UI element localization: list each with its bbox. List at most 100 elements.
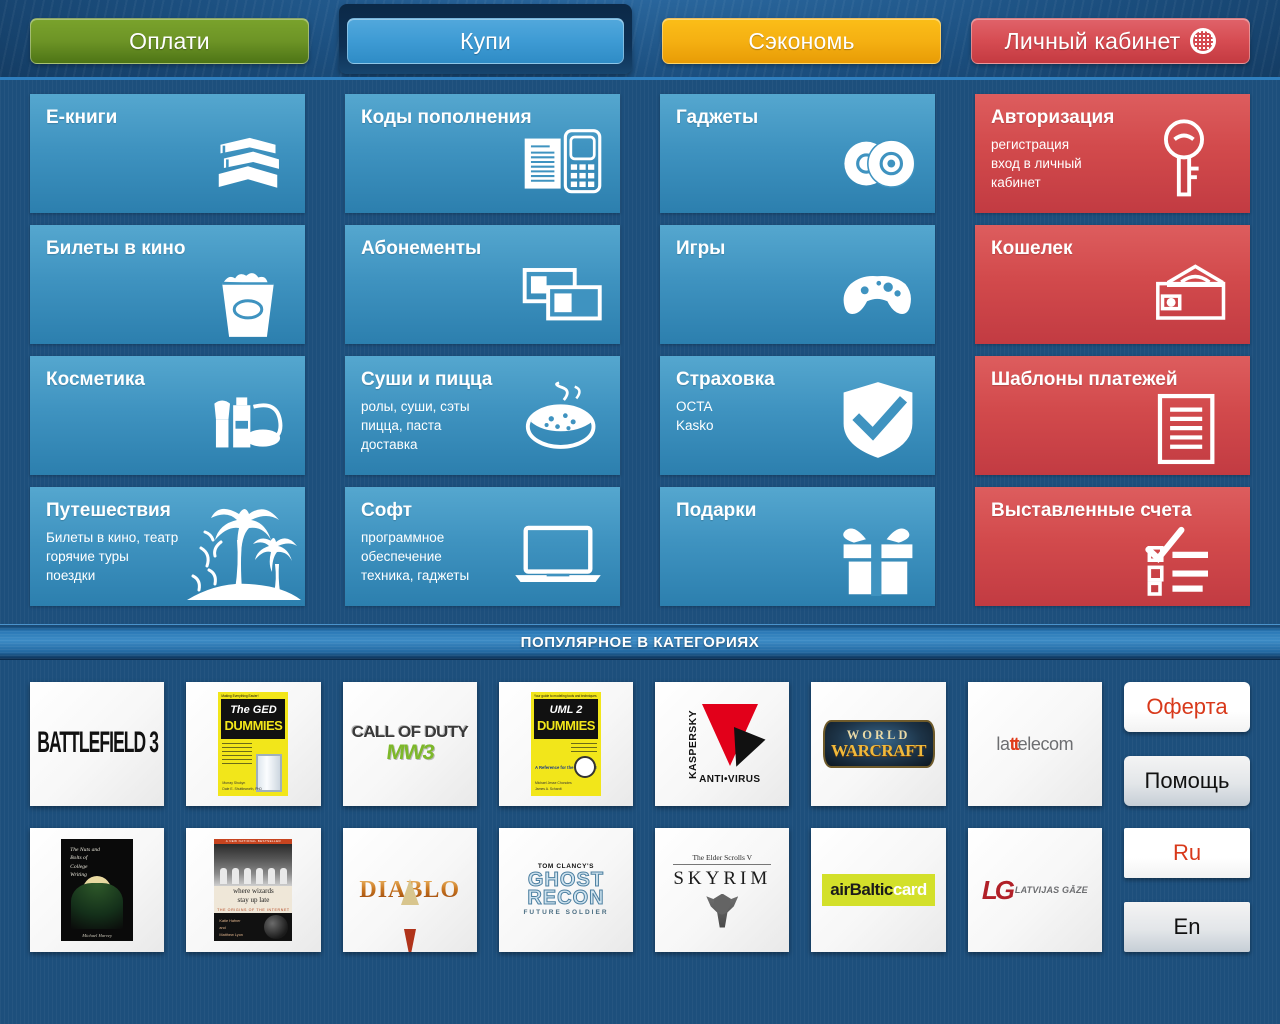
key-icon — [1148, 117, 1220, 203]
product-thumbnail-grid: BATTLEFIELD 3 Making Everything Easier! … — [30, 682, 1102, 952]
cover-title: where wizards stay up late — [233, 886, 274, 904]
tile-abonementy[interactable]: Абонементы — [345, 225, 620, 344]
tile-soft[interactable]: Софт программное обеспечение техника, га… — [345, 487, 620, 606]
diablo-spire-icon — [400, 878, 419, 905]
nav-tab-list: Оплати Купи Сэкономь Личный кабинет — [0, 0, 1280, 77]
product-thumb-skyrim[interactable]: The Elder Scrolls V SKYRIM — [655, 828, 790, 952]
side-button-label: Помощь — [1144, 768, 1230, 793]
tile-title: Билеты в кино — [46, 238, 186, 259]
tile-avtorizaciya[interactable]: Авторизация регистрация вход в личный ка… — [975, 94, 1250, 213]
tile-sushi-i-picca[interactable]: Суши и пицца ролы, суши, сэты пицца, пас… — [345, 356, 620, 475]
cover-tagline: Your guide to modeling tools and techniq… — [530, 692, 601, 699]
tile-title: Путешествия — [46, 500, 171, 521]
language-button-ru[interactable]: Ru — [1124, 828, 1250, 878]
laptop-icon — [510, 520, 606, 590]
product-logo-line2: WARCRAFT — [831, 741, 927, 761]
product-logo-line1: WORLD — [846, 727, 911, 742]
tile-kosmetika[interactable]: Косметика — [30, 356, 305, 475]
nav-tab-sekonom[interactable]: Сэкономь — [662, 18, 941, 64]
kaspersky-mark-icon: ANTI•VIRUS — [699, 704, 766, 785]
product-thumb-nuts-and-bolts[interactable]: The Nuts and Bolts of College Writing Mi… — [30, 828, 165, 952]
side-button-label: Оферта — [1146, 694, 1228, 719]
skyrim-dragon-icon — [706, 893, 739, 928]
product-thumb-cod-mw3[interactable]: CALL OF DUTY MW3 — [342, 682, 477, 806]
product-thumb-where-wizards[interactable]: A NEW NATIONAL BESTSELLER where wizards … — [186, 828, 321, 952]
oferta-button[interactable]: Оферта — [1124, 682, 1250, 732]
diablo-tail-icon — [403, 928, 416, 952]
product-thumb-lattelecom[interactable]: la tt elecom — [967, 682, 1102, 806]
cover-author: Michael Harvey — [82, 933, 112, 938]
product-logo-line2: MW3 — [384, 741, 435, 764]
nav-tab-label: Личный кабинет — [1004, 27, 1181, 54]
product-thumb-world-of-warcraft[interactable]: WORLD WARCRAFT — [811, 682, 946, 806]
help-button[interactable]: Помощь — [1124, 756, 1250, 806]
tile-e-knigi[interactable]: Е-книги — [30, 94, 305, 213]
cosmetics-icon — [205, 381, 291, 467]
popular-categories-header: ПОПУЛЯРНОЕ В КАТЕГОРИЯХ — [0, 624, 1280, 660]
tile-title: Выставленные счета — [991, 500, 1192, 521]
tile-title: Суши и пицца — [361, 369, 493, 390]
product-logo-mark: LG — [981, 875, 1015, 905]
tile-puteshestviya[interactable]: Путешествия Билеты в кино, театр горячие… — [30, 487, 305, 606]
cover-brand: DUMMIES — [224, 718, 283, 733]
cover-title: UML 2 — [549, 704, 583, 716]
wallet-icon — [1150, 250, 1236, 336]
product-thumb-battlefield3[interactable]: BATTLEFIELD 3 — [30, 682, 165, 806]
tile-title: Страховка — [676, 369, 775, 390]
tile-igry[interactable]: Игры — [660, 225, 935, 344]
tile-title: Игры — [676, 238, 726, 259]
nav-tab-label: Купи — [459, 27, 511, 54]
nav-tab-kupi[interactable]: Купи — [347, 18, 624, 64]
tile-subtitle: Билеты в кино, театр горячие туры поездк… — [46, 529, 179, 584]
tile-subtitle: программное обеспечение техника, гаджеты — [361, 529, 470, 584]
tile-title: Шаблоны платежей — [991, 369, 1178, 390]
tile-vystavlennye-scheta[interactable]: Выставленные счета — [975, 487, 1250, 606]
nav-tab-oplati[interactable]: Оплати — [30, 18, 309, 64]
nav-tab-label: Оплати — [129, 27, 210, 54]
cover-title: The GED — [230, 704, 277, 716]
top-navigation-bar: Оплати Купи Сэкономь Личный кабинет — [0, 0, 1280, 80]
cards-icon — [520, 252, 606, 338]
product-logo-part3: elecom — [1017, 733, 1074, 754]
product-thumb-airbaltic-card[interactable]: airBalticcard — [811, 828, 946, 952]
tile-gadzhety[interactable]: Гаджеты — [660, 94, 935, 213]
side-button-label: Ru — [1172, 840, 1202, 865]
product-thumb-ged-dummies[interactable]: Making Everything Easier! The GED DUMMIE… — [186, 682, 321, 806]
document-phone-icon — [520, 119, 606, 205]
cover-brand: DUMMIES — [537, 718, 595, 733]
tile-podarki[interactable]: Подарки — [660, 487, 935, 606]
tile-title: Гаджеты — [676, 107, 759, 128]
tile-kody-popolneniya[interactable]: Коды пополнения — [345, 94, 620, 213]
nav-tab-lichny-kabinet[interactable]: Личный кабинет — [971, 18, 1250, 64]
tile-title: Е-книги — [46, 107, 118, 128]
tile-subtitle: регистрация вход в личный кабинет — [991, 136, 1082, 191]
product-thumb-latvijas-gaze[interactable]: LG LATVIJAS GĀZE — [967, 828, 1102, 952]
cover-authors: Katie Hafner and Matthew Lyon — [219, 919, 243, 938]
cover-authors: Michael Jesse Chonoles James A. Schardt — [534, 781, 572, 791]
tile-strahovka[interactable]: Страховка OCTA Kasko — [660, 356, 935, 475]
nav-tab-kupi-frame: Купи — [339, 4, 632, 74]
cover-photo — [214, 844, 293, 886]
product-thumb-ghost-recon[interactable]: TOM CLANCY'S GHOST RECON FUTURE SOLDIER — [498, 828, 634, 952]
popular-products-section: BATTLEFIELD 3 Making Everything Easier! … — [0, 660, 1280, 968]
product-logo-line3: RECON — [527, 887, 605, 909]
popular-categories-title: ПОПУЛЯРНОЕ В КАТЕГОРИЯХ — [520, 633, 760, 651]
product-thumb-uml2-dummies[interactable]: Your guide to modeling tools and techniq… — [498, 682, 634, 806]
cover-tagline: Making Everything Easier! — [218, 692, 289, 699]
tile-shablony-platezhey[interactable]: Шаблоны платежей — [975, 356, 1250, 475]
tile-subtitle: ролы, суши, сэты пицца, паста доставка — [361, 398, 470, 453]
tile-bilety-v-kino[interactable]: Билеты в кино — [30, 225, 305, 344]
product-logo-text: LATVIJAS GĀZE — [1014, 885, 1088, 895]
product-logo-line1: CALL OF DUTY — [351, 724, 468, 741]
tile-title: Авторизация — [991, 107, 1115, 128]
tile-koshelek[interactable]: Кошелек — [975, 225, 1250, 344]
cover-illustration — [573, 756, 596, 778]
side-button-label: En — [1173, 914, 1201, 939]
category-tile-grid: Е-книги Коды пополнения Гаджеты Авториза… — [0, 80, 1280, 616]
books-icon — [205, 119, 291, 205]
cover-subtitle: THE ORIGINS OF THE INTERNET — [217, 908, 290, 913]
gamepad-icon — [835, 252, 921, 338]
product-thumb-diablo3[interactable]: DIABLO — [342, 828, 477, 952]
product-thumb-kaspersky[interactable]: KASPERSKY ANTI•VIRUS — [655, 682, 790, 806]
language-button-en[interactable]: En — [1124, 902, 1250, 952]
